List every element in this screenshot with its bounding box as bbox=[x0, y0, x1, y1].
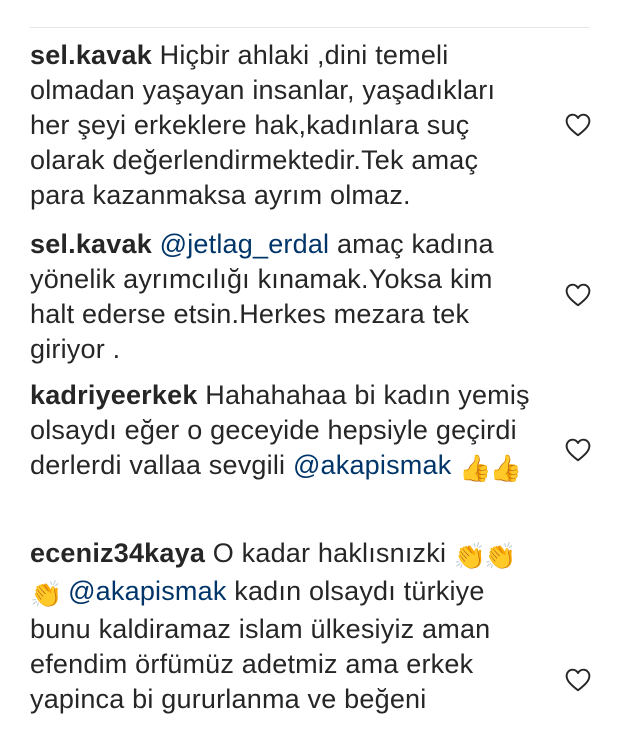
like-button[interactable] bbox=[565, 438, 591, 462]
like-button[interactable] bbox=[565, 283, 591, 307]
thumbs-up-emoji: 👍👍 bbox=[459, 453, 522, 483]
comment-body: sel.kavak @jetlag_erdal amaç kadına yöne… bbox=[30, 227, 530, 367]
heart-outline-icon bbox=[565, 668, 591, 692]
comment-item: kadriyeerkek Hahahahaa bi kadın yemiş ol… bbox=[30, 378, 530, 486]
comment-item: sel.kavak Hiçbir ahlaki ,dini temeli olm… bbox=[30, 38, 530, 213]
comment-username[interactable]: eceniz34kaya bbox=[30, 538, 205, 568]
comment-username[interactable]: sel.kavak bbox=[30, 229, 152, 259]
top-divider bbox=[30, 27, 590, 28]
comment-mention[interactable]: @akapismak bbox=[293, 450, 451, 480]
comment-text: O kadar haklısnızki bbox=[212, 538, 447, 568]
comment-item: sel.kavak @jetlag_erdal amaç kadına yöne… bbox=[30, 227, 530, 367]
like-button[interactable] bbox=[565, 668, 591, 692]
like-button[interactable] bbox=[565, 113, 591, 137]
comment-body: eceniz34kaya O kadar haklısnızki 👏👏👏 @ak… bbox=[30, 536, 530, 717]
comment-username[interactable]: kadriyeerkek bbox=[30, 380, 198, 410]
heart-outline-icon bbox=[565, 283, 591, 307]
comment-mention[interactable]: @jetlag_erdal bbox=[160, 229, 330, 259]
heart-outline-icon bbox=[565, 438, 591, 462]
heart-outline-icon bbox=[565, 113, 591, 137]
comment-body: kadriyeerkek Hahahahaa bi kadın yemiş ol… bbox=[30, 378, 530, 486]
comment-username[interactable]: sel.kavak bbox=[30, 40, 152, 70]
comment-body: sel.kavak Hiçbir ahlaki ,dini temeli olm… bbox=[30, 38, 530, 213]
comment-item: eceniz34kaya O kadar haklısnızki 👏👏👏 @ak… bbox=[30, 536, 530, 717]
comment-mention[interactable]: @akapismak bbox=[68, 576, 226, 606]
